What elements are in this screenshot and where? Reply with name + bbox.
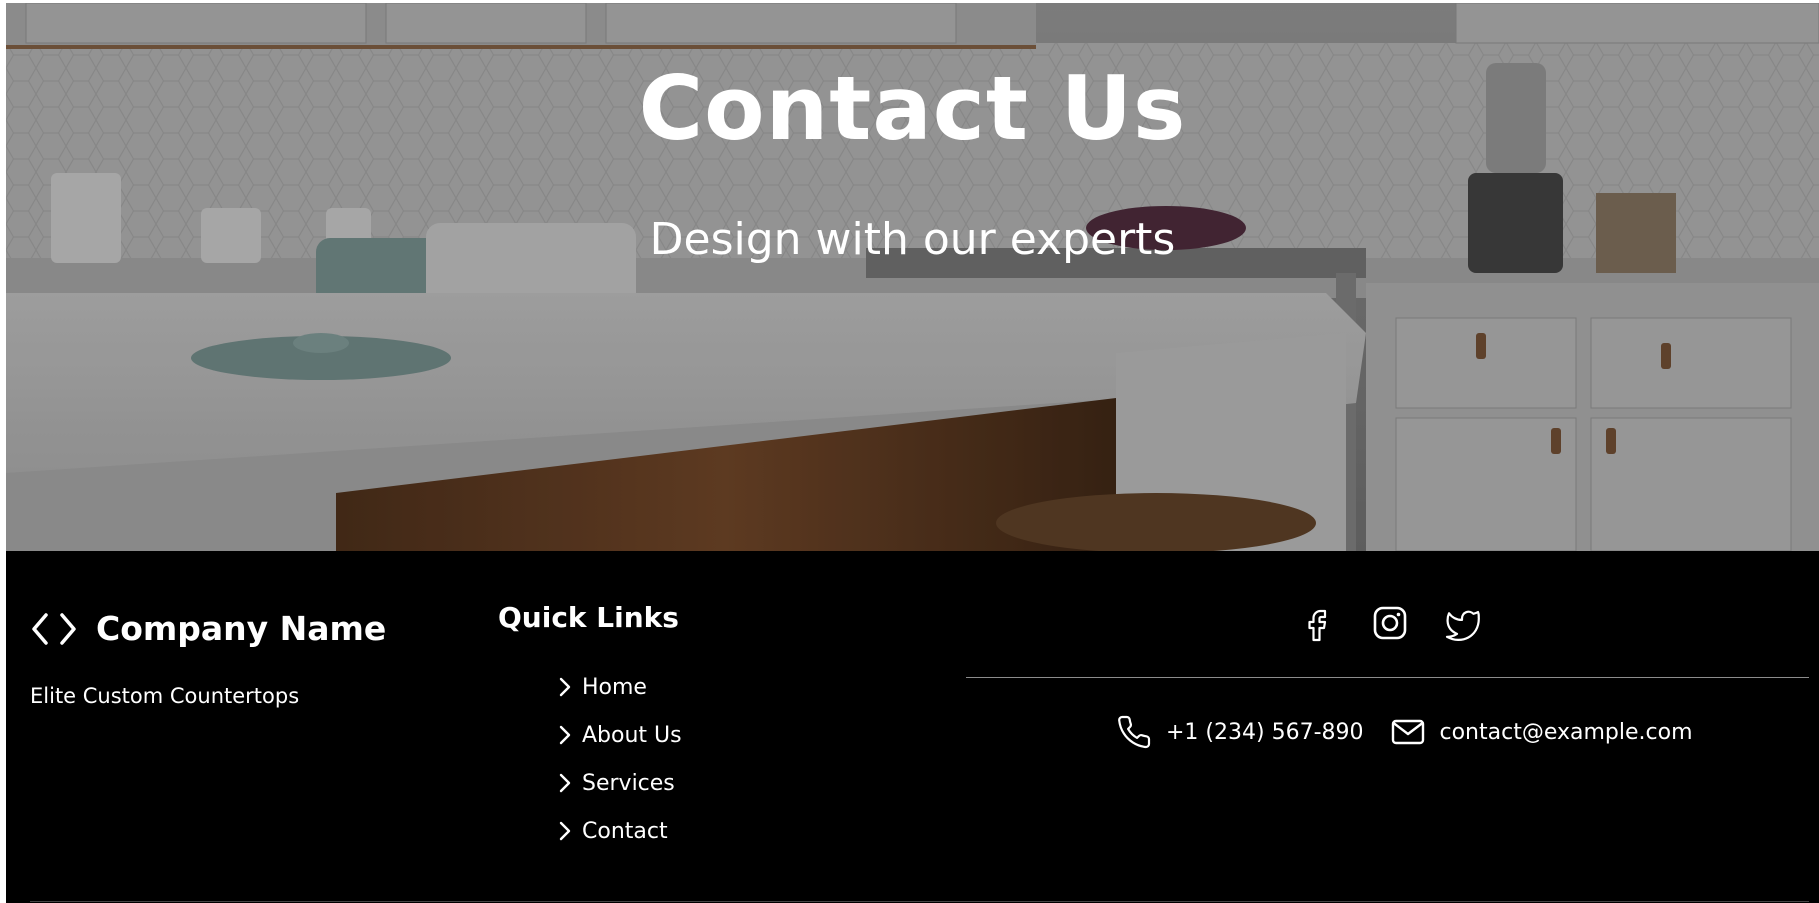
phone-contact[interactable]: +1 (234) 567-890: [1116, 714, 1364, 750]
chevron-right-icon: [559, 773, 571, 793]
page-title: Contact Us: [638, 57, 1187, 160]
quick-link-label: Contact: [582, 818, 668, 844]
quick-link-contact[interactable]: Contact: [558, 807, 682, 855]
contact-info: +1 (234) 567-890 contact@example.com: [1116, 714, 1719, 750]
chevron-right-icon: [559, 821, 571, 841]
twitter-icon[interactable]: [1442, 603, 1482, 643]
quick-link-services[interactable]: Services: [558, 759, 682, 807]
page: Contact Us Design with our experts Compa…: [6, 3, 1819, 903]
facebook-icon[interactable]: [1298, 603, 1338, 643]
social-links: [1298, 603, 1514, 643]
quick-links-heading: Quick Links: [498, 601, 679, 634]
hero-banner: Contact Us Design with our experts: [6, 3, 1819, 551]
company-tagline: Elite Custom Countertops: [30, 684, 300, 708]
footer-bottom-line: [30, 901, 1809, 902]
chevron-right-icon: [559, 677, 571, 697]
mail-icon: [1391, 719, 1424, 745]
quick-link-label: Home: [582, 674, 647, 700]
phone-number: +1 (234) 567-890: [1166, 719, 1364, 745]
page-subtitle: Design with our experts: [649, 214, 1176, 265]
instagram-icon[interactable]: [1370, 603, 1410, 643]
quick-links-list: Home About Us Services Contact: [558, 663, 682, 855]
chevron-right-icon: [559, 725, 571, 745]
quick-link-label: Services: [582, 770, 675, 796]
quick-link-about-us[interactable]: About Us: [558, 711, 682, 759]
code-icon: [32, 612, 76, 645]
phone-icon: [1118, 715, 1151, 749]
email-contact[interactable]: contact@example.com: [1390, 714, 1693, 750]
company-name: Company Name: [96, 609, 387, 648]
quick-link-home[interactable]: Home: [558, 663, 682, 711]
email-address: contact@example.com: [1439, 719, 1693, 745]
brand-logo[interactable]: Company Name: [30, 609, 386, 648]
footer-divider: [966, 677, 1809, 678]
quick-link-label: About Us: [582, 722, 682, 748]
site-footer: Company Name Elite Custom Countertops Qu…: [6, 551, 1819, 903]
